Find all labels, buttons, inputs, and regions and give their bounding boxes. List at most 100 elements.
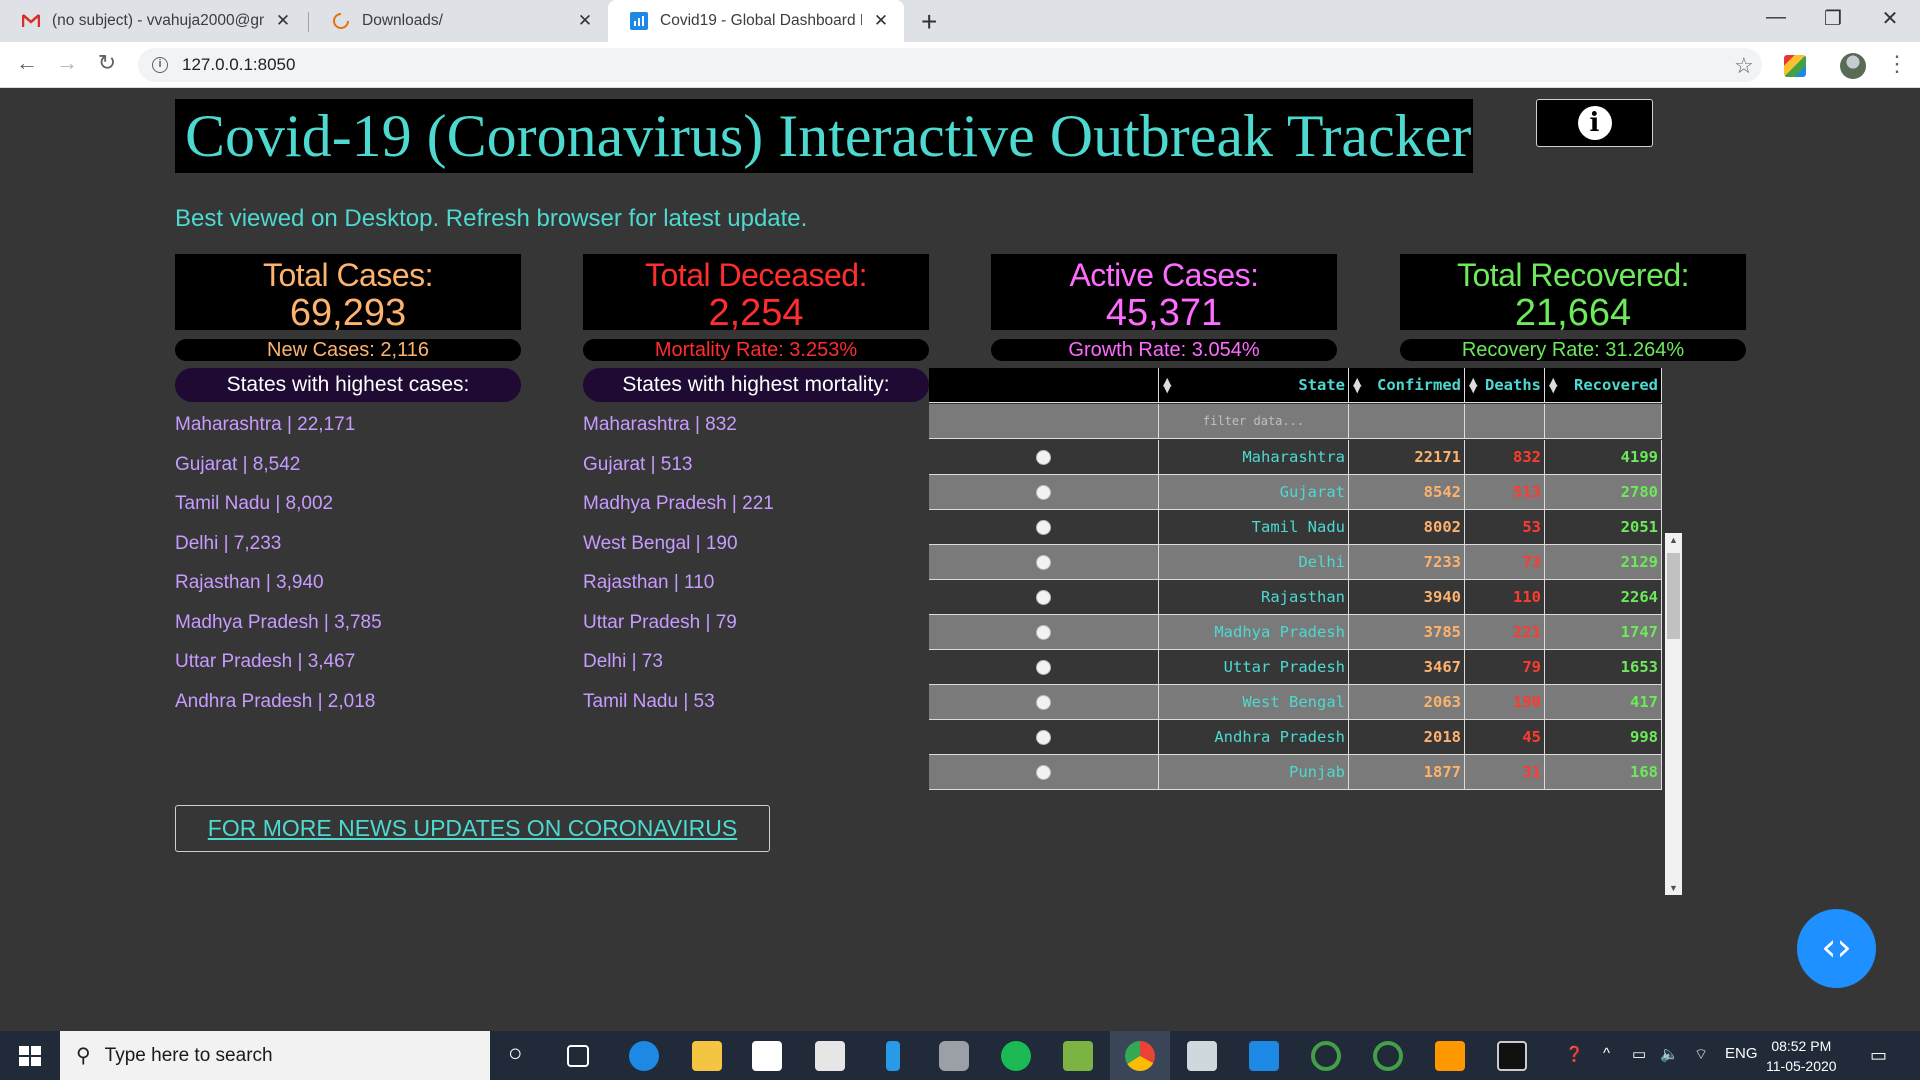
app-icon[interactable] (1311, 1041, 1341, 1071)
table-row[interactable]: Punjab 1877 31 168 (929, 755, 1662, 790)
table-row[interactable]: Rajasthan 3940 110 2264 (929, 580, 1662, 615)
deaths-cell: 53 (1465, 510, 1545, 545)
edge-icon[interactable] (629, 1041, 659, 1071)
table-row[interactable]: West Bengal 2063 190 417 (929, 685, 1662, 720)
menu-kebab-icon[interactable]: ⋮ (1886, 51, 1908, 77)
back-icon[interactable]: ← (12, 50, 42, 76)
close-icon[interactable]: ✕ (872, 11, 890, 31)
reload-icon[interactable]: ↻ (92, 50, 122, 76)
column-header-state[interactable]: ▲ ▼ State (1159, 368, 1349, 403)
radio-button-icon[interactable] (1036, 589, 1051, 605)
file-explorer-icon[interactable] (692, 1041, 722, 1071)
language-indicator[interactable]: ENG (1725, 1045, 1758, 1062)
sort-icon[interactable]: ▲ ▼ (1469, 376, 1477, 394)
tab-covid-dashboard[interactable]: Covid19 - Global Dashboard Exar ✕ (608, 0, 904, 42)
app-icon[interactable] (1187, 1041, 1217, 1071)
mail-icon[interactable] (1249, 1041, 1279, 1071)
wifi-icon[interactable]: ⌔ (1694, 1045, 1708, 1064)
close-icon[interactable]: ✕ (576, 11, 594, 31)
new-tab-icon[interactable]: + (921, 6, 937, 38)
radio-button-icon[interactable] (1036, 554, 1051, 570)
row-select-radio[interactable] (929, 755, 1159, 790)
info-button[interactable]: i (1536, 99, 1653, 147)
table-row[interactable]: Gujarat 8542 513 2780 (929, 475, 1662, 510)
terminal-icon[interactable] (1497, 1041, 1527, 1071)
search-placeholder: Type here to search (104, 1044, 273, 1066)
sort-icon[interactable]: ▲ ▼ (1163, 376, 1171, 394)
close-icon[interactable]: ✕ (274, 11, 292, 31)
windows-start-icon[interactable] (19, 1046, 41, 1066)
radio-button-icon[interactable] (1036, 519, 1051, 535)
column-header-deaths[interactable]: ▲ ▼ Deaths (1465, 368, 1545, 403)
radio-button-icon[interactable] (1036, 449, 1051, 465)
scrollbar-thumb[interactable] (1667, 553, 1680, 639)
confirmed-cell: 2063 (1349, 685, 1465, 720)
row-select-radio[interactable] (929, 615, 1159, 650)
table-row[interactable]: Andhra Pradesh 2018 45 998 (929, 720, 1662, 755)
task-view-icon[interactable] (567, 1045, 589, 1067)
taskbar-search-box[interactable]: ⚲ Type here to search (60, 1031, 490, 1080)
radio-button-icon[interactable] (1036, 484, 1051, 500)
android-studio-icon[interactable] (1063, 1041, 1093, 1071)
row-select-radio[interactable] (929, 475, 1159, 510)
row-select-radio[interactable] (929, 545, 1159, 580)
scroll-up-icon[interactable]: ▲ (1665, 535, 1682, 545)
state-filter-input[interactable]: filter data... (1159, 404, 1349, 439)
app-icon[interactable] (1373, 1041, 1403, 1071)
restore-icon[interactable]: ❐ (1813, 6, 1853, 31)
extension-icon[interactable] (1784, 55, 1806, 77)
confirmed-filter-input[interactable] (1349, 404, 1465, 439)
row-select-radio[interactable] (929, 580, 1159, 615)
code-toggle-button[interactable]: ‹› (1797, 909, 1876, 988)
row-select-radio[interactable] (929, 720, 1159, 755)
radio-button-icon[interactable] (1036, 764, 1051, 780)
system-clock[interactable]: 08:52 PM 11-05-2020 (1766, 1036, 1837, 1076)
column-header-recovered[interactable]: ▲ ▼ Recovered (1545, 368, 1662, 403)
app-icon[interactable] (886, 1041, 900, 1071)
column-header-confirmed[interactable]: ▲ ▼ Confirmed (1349, 368, 1465, 403)
row-select-radio[interactable] (929, 510, 1159, 545)
row-select-radio[interactable] (929, 440, 1159, 475)
profile-avatar[interactable] (1840, 53, 1866, 79)
chrome-icon[interactable] (1125, 1041, 1155, 1071)
radio-button-icon[interactable] (1036, 659, 1051, 675)
dropbox-icon[interactable] (815, 1041, 845, 1071)
radio-button-icon[interactable] (1036, 729, 1051, 745)
table-row[interactable]: Tamil Nadu 8002 53 2051 (929, 510, 1662, 545)
row-select-radio[interactable] (929, 650, 1159, 685)
table-scrollbar[interactable]: ▲ ▼ (1665, 533, 1682, 895)
forward-icon[interactable]: → (52, 50, 82, 76)
table-row[interactable]: Maharashtra 22171 832 4199 (929, 440, 1662, 475)
store-icon[interactable] (752, 1041, 782, 1071)
help-icon[interactable]: ❓ (1565, 1045, 1584, 1063)
news-updates-button[interactable]: FOR MORE NEWS UPDATES ON CORONAVIRUS (175, 805, 770, 852)
address-bar[interactable]: i 127.0.0.1:8050 (138, 48, 1762, 82)
tab-downloads[interactable]: Downloads/ ✕ (310, 0, 608, 42)
sublime-text-icon[interactable] (1435, 1041, 1465, 1071)
spotify-icon[interactable] (1001, 1041, 1031, 1071)
site-info-icon[interactable]: i (152, 57, 168, 73)
deaths-filter-input[interactable] (1465, 404, 1545, 439)
window-close-icon[interactable]: ✕ (1870, 6, 1910, 31)
sort-icon[interactable]: ▲ ▼ (1353, 376, 1361, 394)
sort-icon[interactable]: ▲ ▼ (1549, 376, 1557, 394)
recovered-filter-input[interactable] (1545, 404, 1662, 439)
radio-button-icon[interactable] (1036, 624, 1051, 640)
cortana-icon[interactable]: ○ (508, 1040, 523, 1068)
table-row[interactable]: Uttar Pradesh 3467 79 1653 (929, 650, 1662, 685)
tab-gmail[interactable]: (no subject) - vvahuja2000@gma ✕ (0, 0, 306, 42)
table-row[interactable]: Madhya Pradesh 3785 221 1747 (929, 615, 1662, 650)
row-select-radio[interactable] (929, 685, 1159, 720)
news-updates-link[interactable]: FOR MORE NEWS UPDATES ON CORONAVIRUS (208, 815, 737, 842)
scroll-down-icon[interactable]: ▼ (1665, 883, 1682, 893)
bookmark-star-icon[interactable]: ☆ (1734, 53, 1754, 79)
notifications-icon[interactable]: ▭ (1870, 1045, 1887, 1066)
radio-button-icon[interactable] (1036, 694, 1051, 710)
camera-icon[interactable] (939, 1041, 969, 1071)
volume-icon[interactable]: 🔈 (1660, 1045, 1679, 1063)
list-item: Tamil Nadu | 8,002 (175, 493, 334, 514)
table-row[interactable]: Delhi 7233 73 2129 (929, 545, 1662, 580)
show-hidden-icons[interactable]: ^ (1603, 1045, 1610, 1062)
minimize-icon[interactable]: — (1756, 6, 1796, 29)
battery-icon[interactable]: ▭ (1632, 1045, 1646, 1063)
